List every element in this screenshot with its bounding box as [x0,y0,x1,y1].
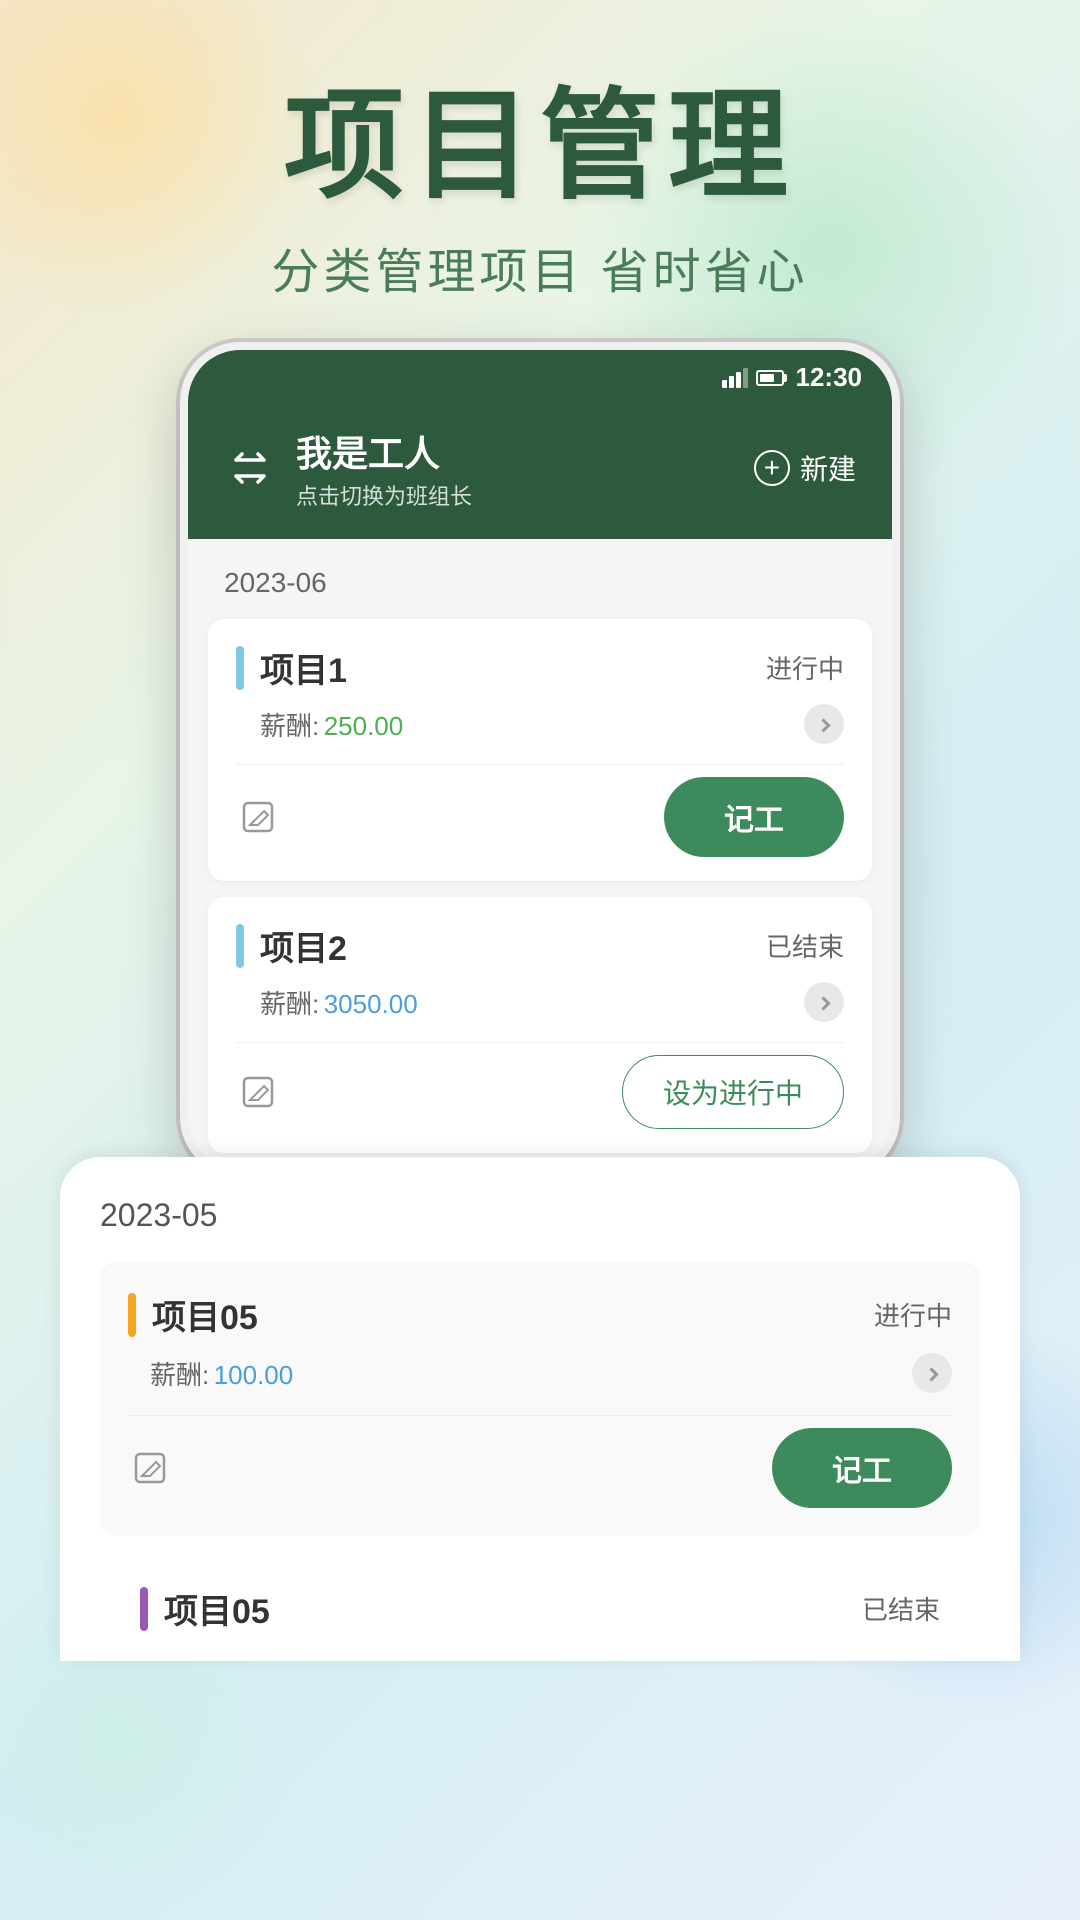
project-2-indicator [236,924,244,968]
user-details: 我是工人 点击切换为班组长 [296,425,472,511]
partial-project-indicator [140,1587,148,1631]
page-main-title: 项目管理 [0,80,1080,212]
partial-project-status: 已结束 [862,1590,940,1627]
project-1-actions: 记工 [236,764,844,857]
project-05-salary-row: 薪酬: 100.00 [128,1353,952,1393]
project-05-header: 项目05 进行中 [128,1290,952,1339]
partial-project-name: 项目05 [164,1584,270,1633]
partial-project-card: 项目05 已结束 [100,1556,980,1661]
project-05-indicator [128,1293,136,1337]
section-date-2: 2023-05 [100,1197,980,1234]
project-1-indicator [236,646,244,690]
project-05-name: 项目05 [152,1290,258,1339]
project-05-salary-label: 薪酬: [150,1360,209,1390]
project-card-05-active: 项目05 进行中 薪酬: 100.00 记工 [100,1262,980,1536]
project-2-status: 已结束 [766,927,844,964]
project-1-name-row: 项目1 [236,643,347,692]
project-card-2: 项目2 已结束 薪酬: 3050.00 [208,897,872,1153]
project-1-salary-row: 薪酬: 250.00 [236,704,844,744]
project-05-status: 进行中 [874,1296,952,1333]
status-icons [722,368,784,388]
project-05-edit-icon[interactable] [128,1446,172,1490]
bottom-section: 2023-05 项目05 进行中 薪酬: 100.00 [60,1157,1020,1661]
new-btn-label: 新建 [800,448,856,488]
section-date-1: 2023-06 [188,539,892,619]
phone-mockup: 12:30 我是工人 点击切换为班组长 [180,342,900,1177]
user-name: 我是工人 [296,425,472,477]
status-bar: 12:30 [188,350,892,401]
project-2-name: 项目2 [260,921,347,970]
project-05-actions: 记工 [128,1415,952,1508]
project-2-salary-row: 薪酬: 3050.00 [236,982,844,1022]
project-2-header: 项目2 已结束 [236,921,844,970]
project-1-chevron[interactable] [804,704,844,744]
project-card-1: 项目1 进行中 薪酬: 250.00 [208,619,872,881]
user-role: 点击切换为班组长 [296,479,472,511]
project-2-chevron[interactable] [804,982,844,1022]
partial-project-name-row: 项目05 [140,1584,270,1633]
content-area: 2023-06 项目1 进行中 薪酬: 250.00 [188,539,892,1153]
user-info: 我是工人 点击切换为班组长 [224,425,472,511]
project-1-salary-amount: 250.00 [324,711,404,741]
project-2-name-row: 项目2 [236,921,347,970]
switch-role-icon[interactable] [224,442,276,494]
project-2-salary-label: 薪酬: [260,989,319,1019]
new-project-button[interactable]: + 新建 [754,448,856,488]
project-1-edit-icon[interactable] [236,795,280,839]
app-header: 我是工人 点击切换为班组长 + 新建 [188,401,892,539]
project-1-salary-label: 薪酬: [260,711,319,741]
project-1-record-button[interactable]: 记工 [664,777,844,857]
project-1-status: 进行中 [766,649,844,686]
project-2-salary-amount: 3050.00 [324,989,418,1019]
project-1-name: 项目1 [260,643,347,692]
status-time: 12:30 [796,362,863,393]
page-sub-title: 分类管理项目 省时省心 [0,232,1080,302]
new-btn-circle-icon: + [754,450,790,486]
project-1-header: 项目1 进行中 [236,643,844,692]
project-05-chevron[interactable] [912,1353,952,1393]
project-05-record-button[interactable]: 记工 [772,1428,952,1508]
signal-icon [722,368,748,388]
project-2-edit-icon[interactable] [236,1070,280,1114]
project-2-set-active-button[interactable]: 设为进行中 [622,1055,844,1129]
project-05-name-row: 项目05 [128,1290,258,1339]
project-05-salary-amount: 100.00 [214,1360,294,1390]
project-2-actions: 设为进行中 [236,1042,844,1129]
battery-icon [756,370,784,386]
